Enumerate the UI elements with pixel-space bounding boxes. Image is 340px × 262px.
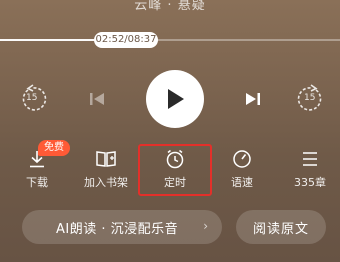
bookshelf-label: 加入书架 (84, 176, 128, 189)
ai-reading-label: AI朗读 · 沉浸配乐音 (56, 221, 179, 237)
chevron-right-icon: › (203, 219, 208, 233)
read-original-label: 阅读原文 (252, 221, 309, 237)
read-original-button[interactable]: 阅读原文 (236, 210, 326, 244)
next-button[interactable] (242, 88, 264, 110)
time-label[interactable]: 02:52/08:37 (94, 32, 158, 48)
ai-reading-button[interactable]: AI朗读 · 沉浸配乐音 › (22, 210, 222, 244)
rewind-15-button[interactable]: 15 (18, 84, 48, 114)
previous-icon (90, 93, 104, 105)
next-icon (246, 93, 260, 105)
play-icon (168, 89, 184, 109)
play-button[interactable] (146, 70, 204, 128)
add-to-bookshelf-button[interactable]: 加入书架 (78, 148, 134, 194)
download-label: 下载 (26, 176, 48, 189)
timer-button[interactable]: 定时 (147, 148, 203, 194)
timer-icon (166, 149, 184, 169)
chapter-count-label: 335章 (294, 176, 326, 189)
previous-button[interactable] (86, 88, 108, 110)
download-icon (30, 151, 44, 168)
progress-bar[interactable] (0, 39, 340, 41)
bookshelf-icon (96, 151, 116, 167)
title: 云峰 · 悬疑 (134, 0, 206, 13)
rewind-seconds: 15 (26, 93, 38, 103)
timer-label: 定时 (164, 176, 186, 189)
speed-label: 语速 (231, 176, 253, 189)
speed-button[interactable]: 语速 (214, 148, 270, 194)
forward-seconds: 15 (304, 93, 316, 103)
speed-icon (233, 150, 251, 168)
download-button[interactable]: 下载 (9, 148, 65, 194)
chapter-list-icon (303, 152, 317, 166)
forward-15-button[interactable]: 15 (296, 84, 326, 114)
chapter-list-button[interactable]: 335章 (282, 148, 338, 194)
